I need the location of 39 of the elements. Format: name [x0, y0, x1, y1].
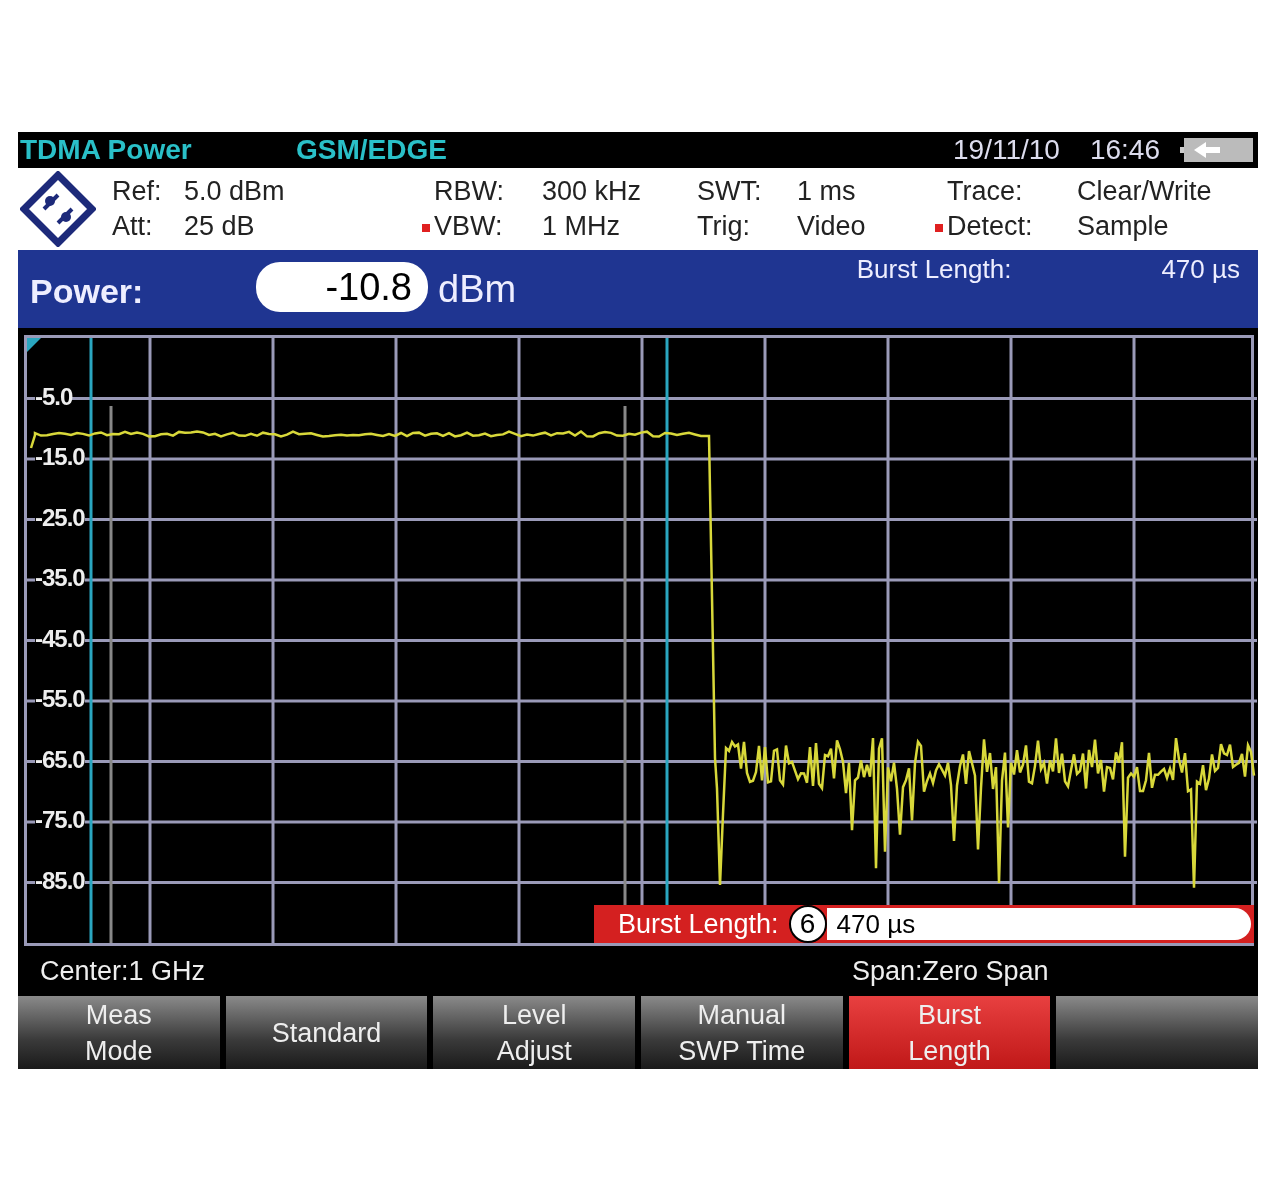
span-text: Span:Zero Span — [852, 955, 1049, 987]
setting-value: 5.0 dBm — [184, 176, 286, 207]
softkey[interactable]: Burst Length — [848, 996, 1051, 1069]
setting-value: 300 kHz — [542, 176, 643, 207]
standard-label: GSM/EDGE — [296, 134, 447, 166]
corner-marker-icon — [27, 338, 41, 352]
setting-label: Ref: — [111, 176, 163, 207]
setting-label: Att: — [111, 211, 154, 242]
time-text: 16:46 — [1089, 134, 1160, 166]
softkey[interactable]: Level Adjust — [433, 996, 635, 1069]
setting-label: RBW: — [433, 176, 505, 207]
setting-label: Trig: — [696, 211, 751, 242]
setting-label: Detect: — [933, 211, 1077, 242]
setting-label: SWT: — [696, 176, 763, 207]
softkey[interactable]: Standard — [225, 996, 428, 1069]
power-unit: dBm — [438, 268, 517, 311]
setting-value: Clear/Write — [1077, 176, 1213, 207]
step-badge: 6 — [788, 905, 827, 943]
burst-length-label: Burst Length: — [856, 254, 1012, 285]
setting-value: Video — [797, 211, 867, 242]
measurement-mode: TDMA Power — [20, 134, 193, 166]
setting-value: 1 MHz — [542, 211, 621, 242]
entry-label: Burst Length: — [618, 908, 779, 940]
setting-label: VBW: — [420, 211, 542, 242]
setting-value: 25 dB — [184, 211, 256, 242]
date-text: 19/11/10 — [953, 134, 1060, 166]
battery-icon — [1180, 137, 1254, 163]
burst-length-value: 470 µs — [1161, 254, 1240, 285]
burst-length-entry[interactable]: Burst Length: 6 470 µs — [594, 905, 1254, 943]
setting-label: Trace: — [946, 176, 1024, 207]
softkey[interactable]: Manual SWP Time — [641, 996, 843, 1069]
logo-icon — [20, 171, 96, 247]
power-label: Power: — [30, 272, 145, 311]
setting-value: Sample — [1077, 211, 1170, 242]
power-readout: -10.8 — [256, 262, 428, 312]
input-field[interactable]: 470 µs — [826, 908, 1251, 940]
center-frequency: Center:1 GHz — [40, 955, 207, 987]
setting-value: 1 ms — [797, 176, 857, 207]
softkey[interactable]: Meas Mode — [18, 996, 220, 1069]
